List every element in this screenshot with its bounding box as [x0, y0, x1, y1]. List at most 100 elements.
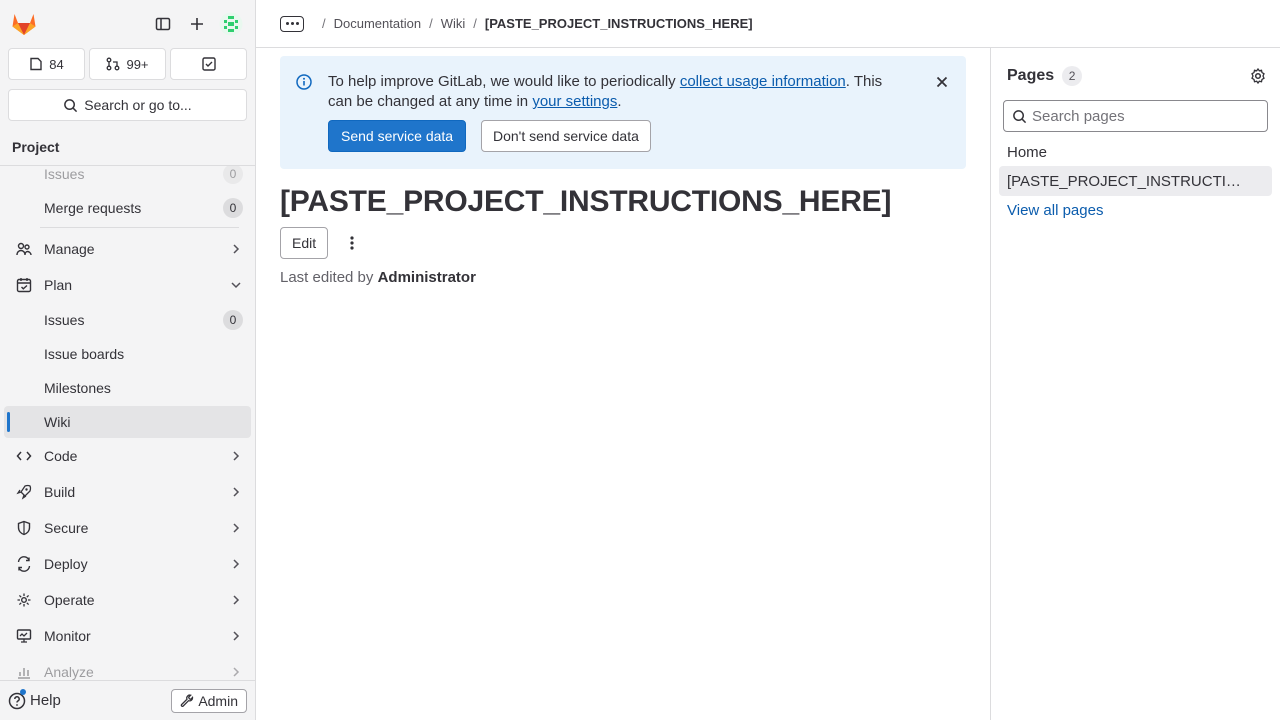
sidebar-item-label: Analyze — [44, 664, 94, 680]
gear-icon[interactable] — [1250, 68, 1266, 84]
merge-requests-count: 99+ — [126, 56, 149, 72]
last-edited-prefix: Last edited by — [280, 269, 378, 286]
chevron-right-icon — [233, 559, 240, 569]
chart-icon — [18, 668, 30, 679]
search-label: Search or go to... — [84, 97, 192, 113]
chevron-right-icon — [233, 631, 240, 641]
sidebar-item-secure[interactable]: Secure — [4, 512, 251, 544]
close-icon[interactable] — [934, 74, 950, 90]
cloud-gear-icon — [17, 593, 31, 607]
notification-dot — [20, 688, 26, 695]
monitor-icon — [16, 629, 32, 643]
divider — [40, 227, 239, 228]
more-actions-icon[interactable] — [336, 227, 368, 259]
count-badge: 0 — [223, 310, 243, 330]
sidebar-item-label: Plan — [44, 277, 73, 293]
search-icon — [1013, 110, 1027, 124]
send-service-data-button[interactable]: Send service data — [328, 120, 467, 152]
sidebar-item-build[interactable]: Build — [4, 476, 251, 508]
code-icon — [16, 451, 32, 461]
deployments-icon — [17, 556, 31, 572]
breadcrumb-current[interactable]: [PASTE_PROJECT_INSTRUCTIONS_HERE] — [485, 16, 753, 31]
alert-message: To help improve GitLab, we would like to… — [328, 72, 908, 112]
issues-icon — [30, 57, 42, 71]
sidebar-item-label: Deploy — [44, 556, 88, 572]
plus-icon[interactable] — [181, 8, 213, 40]
sidebar-item-code[interactable]: Code — [4, 440, 251, 472]
search-pages-field[interactable] — [1003, 100, 1268, 132]
gitlab-logo-icon[interactable] — [8, 8, 40, 40]
breadcrumb-documentation[interactable]: Documentation — [334, 16, 421, 31]
breadcrumb: / Documentation / Wiki / [PASTE_PROJECT_… — [256, 0, 1280, 48]
sidebar-item-label: Manage — [44, 241, 95, 257]
sidebar-footer: Help Admin — [0, 680, 255, 720]
chevron-right-icon — [233, 667, 240, 677]
wrench-icon — [181, 694, 194, 707]
sidebar-item-deploy[interactable]: Deploy — [4, 548, 251, 580]
sidebar-item-milestones[interactable]: Milestones — [4, 372, 251, 404]
breadcrumb-separator: / — [429, 16, 433, 31]
admin-label: Admin — [198, 693, 238, 709]
search-button[interactable]: Search or go to... — [8, 89, 247, 121]
collapse-sidebar-icon[interactable] — [147, 8, 179, 40]
sidebar-item-manage[interactable]: Manage — [4, 233, 251, 265]
sidebar-item-label: Code — [44, 448, 78, 464]
chevron-right-icon — [233, 244, 240, 254]
wiki-pages-sidebar: Pages 2 Home [PASTE_PROJECT_INSTRUCTI… V… — [990, 48, 1280, 720]
admin-button[interactable]: Admin — [171, 689, 247, 713]
sidebar-item-issue-boards[interactable]: Issue boards — [4, 338, 251, 370]
last-edited-info: Last edited by Administrator — [280, 269, 476, 286]
count-badge: 0 — [223, 198, 243, 218]
sidebar-item-wiki[interactable]: Wiki — [4, 406, 251, 438]
view-all-pages-link[interactable]: View all pages — [1007, 202, 1103, 219]
sidebar-item-label: Operate — [44, 592, 95, 608]
planning-icon — [16, 278, 32, 293]
usage-data-alert: To help improve GitLab, we would like to… — [280, 56, 966, 169]
breadcrumb-separator: / — [473, 16, 477, 31]
wiki-page-link-active[interactable]: [PASTE_PROJECT_INSTRUCTI… — [999, 166, 1272, 196]
assigned-issues-counter[interactable]: 84 — [8, 48, 85, 80]
pages-title: Pages — [1007, 67, 1055, 84]
page-title: [PASTE_PROJECT_INSTRUCTIONS_HERE] — [280, 185, 892, 218]
todo-icon — [201, 57, 216, 71]
search-pages-input[interactable] — [1032, 107, 1252, 125]
help-button[interactable]: Help — [8, 688, 61, 710]
info-icon — [296, 74, 312, 90]
merge-request-icon — [107, 57, 120, 71]
your-settings-link[interactable]: your settings — [532, 93, 617, 110]
pages-heading: Pages 2 — [1007, 66, 1083, 86]
pages-count-badge: 2 — [1062, 66, 1083, 86]
dont-send-service-data-button[interactable]: Don't send service data — [481, 120, 651, 152]
breadcrumb-wiki[interactable]: Wiki — [441, 16, 466, 31]
left-sidebar: 84 99+ Search or go to... Project Issues… — [0, 0, 256, 720]
edit-button[interactable]: Edit — [280, 227, 329, 259]
chevron-right-icon — [233, 523, 240, 533]
breadcrumb-separator: / — [322, 16, 326, 31]
shield-icon — [17, 520, 31, 536]
sidebar-item-label: Wiki — [44, 414, 71, 430]
sidebar-header — [0, 0, 255, 48]
last-edited-author[interactable]: Administrator — [378, 269, 476, 286]
sidebar-item-label: Build — [44, 484, 76, 500]
count-badge: 0 — [223, 164, 243, 184]
sidebar-item-merge-requests[interactable]: Merge requests 0 — [4, 192, 251, 224]
todos-counter[interactable] — [170, 48, 247, 80]
main-content: To help improve GitLab, we would like to… — [256, 48, 990, 720]
search-icon — [64, 98, 78, 112]
chevron-right-icon — [233, 487, 240, 497]
sidebar-item-monitor[interactable]: Monitor — [4, 620, 251, 652]
merge-requests-counter[interactable]: 99+ — [89, 48, 166, 80]
more-breadcrumbs-icon[interactable] — [280, 15, 304, 32]
avatar[interactable] — [215, 8, 247, 40]
sidebar-item-plan-issues[interactable]: Issues 0 — [4, 304, 251, 336]
wiki-page-link[interactable]: Home — [999, 137, 1272, 167]
chevron-right-icon — [233, 595, 240, 605]
sidebar-item-label: Issues — [44, 166, 85, 182]
sidebar-item-operate[interactable]: Operate — [4, 584, 251, 616]
sidebar-item-label: Merge requests — [44, 200, 142, 216]
sidebar-item-label: Issue boards — [44, 346, 125, 362]
chevron-down-icon — [231, 282, 241, 289]
sidebar-item-label: Milestones — [44, 380, 111, 396]
sidebar-item-plan[interactable]: Plan — [4, 269, 251, 301]
collect-usage-link[interactable]: collect usage information — [680, 73, 846, 90]
